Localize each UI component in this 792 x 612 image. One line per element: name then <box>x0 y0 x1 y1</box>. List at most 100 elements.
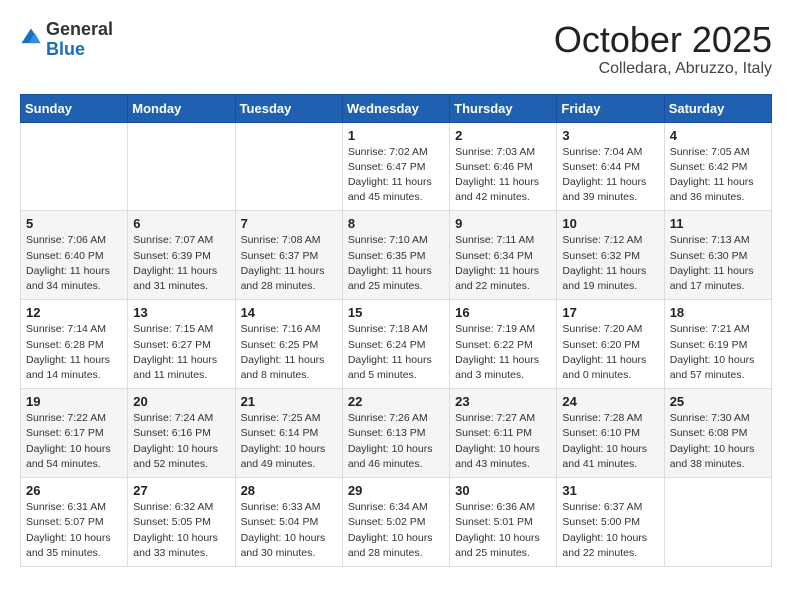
day-info: Sunrise: 7:15 AM Sunset: 6:27 PM Dayligh… <box>133 322 229 383</box>
calendar-cell <box>664 478 771 567</box>
calendar-cell: 30Sunrise: 6:36 AM Sunset: 5:01 PM Dayli… <box>450 478 557 567</box>
day-number: 19 <box>26 394 122 409</box>
day-info: Sunrise: 7:07 AM Sunset: 6:39 PM Dayligh… <box>133 233 229 294</box>
day-number: 4 <box>670 128 766 143</box>
calendar-cell: 10 Sunrise: 7:12 AM Sunset: 6:32 PM Dayli… <box>557 211 664 300</box>
calendar-cell: 17 Sunrise: 7:20 AM Sunset: 6:20 PM Dayli… <box>557 300 664 389</box>
weekday-header: Sunday <box>21 94 128 122</box>
day-number: 18 <box>670 305 766 320</box>
day-number: 29 <box>348 483 444 498</box>
day-info: Sunrise: 7:12 AM Sunset: 6:32 PM Dayligh… <box>562 233 658 294</box>
day-info: Sunrise: 7:19 AM Sunset: 6:22 PM Dayligh… <box>455 322 551 383</box>
calendar-cell: 25Sunrise: 7:30 AM Sunset: 6:08 PM Dayli… <box>664 389 771 478</box>
calendar-cell: 15 Sunrise: 7:18 AM Sunset: 6:24 PM Dayli… <box>342 300 449 389</box>
day-info: Sunrise: 7:27 AM Sunset: 6:11 PM Dayligh… <box>455 411 551 472</box>
day-number: 30 <box>455 483 551 498</box>
day-number: 1 <box>348 128 444 143</box>
calendar-cell: 12 Sunrise: 7:14 AM Sunset: 6:28 PM Dayli… <box>21 300 128 389</box>
day-number: 21 <box>241 394 337 409</box>
weekday-header: Saturday <box>664 94 771 122</box>
day-info: Sunrise: 7:25 AM Sunset: 6:14 PM Dayligh… <box>241 411 337 472</box>
day-number: 7 <box>241 216 337 231</box>
day-number: 13 <box>133 305 229 320</box>
day-info: Sunrise: 6:31 AM Sunset: 5:07 PM Dayligh… <box>26 500 122 561</box>
day-info: Sunrise: 7:11 AM Sunset: 6:34 PM Dayligh… <box>455 233 551 294</box>
calendar-header-row: SundayMondayTuesdayWednesdayThursdayFrid… <box>21 94 772 122</box>
day-number: 31 <box>562 483 658 498</box>
day-info: Sunrise: 7:28 AM Sunset: 6:10 PM Dayligh… <box>562 411 658 472</box>
calendar-cell: 20Sunrise: 7:24 AM Sunset: 6:16 PM Dayli… <box>128 389 235 478</box>
day-info: Sunrise: 6:33 AM Sunset: 5:04 PM Dayligh… <box>241 500 337 561</box>
day-number: 16 <box>455 305 551 320</box>
day-info: Sunrise: 7:03 AM Sunset: 6:46 PM Dayligh… <box>455 145 551 206</box>
day-number: 5 <box>26 216 122 231</box>
calendar-cell: 18Sunrise: 7:21 AM Sunset: 6:19 PM Dayli… <box>664 300 771 389</box>
day-number: 10 <box>562 216 658 231</box>
day-info: Sunrise: 7:22 AM Sunset: 6:17 PM Dayligh… <box>26 411 122 472</box>
calendar-cell: 29Sunrise: 6:34 AM Sunset: 5:02 PM Dayli… <box>342 478 449 567</box>
calendar-cell: 23Sunrise: 7:27 AM Sunset: 6:11 PM Dayli… <box>450 389 557 478</box>
weekday-header: Monday <box>128 94 235 122</box>
day-info: Sunrise: 7:18 AM Sunset: 6:24 PM Dayligh… <box>348 322 444 383</box>
calendar-cell: 5 Sunrise: 7:06 AM Sunset: 6:40 PM Daylig… <box>21 211 128 300</box>
day-number: 12 <box>26 305 122 320</box>
calendar-cell: 6Sunrise: 7:07 AM Sunset: 6:39 PM Daylig… <box>128 211 235 300</box>
weekday-header: Wednesday <box>342 94 449 122</box>
day-number: 28 <box>241 483 337 498</box>
calendar-cell: 31 Sunrise: 6:37 AM Sunset: 5:00 PM Dayli… <box>557 478 664 567</box>
calendar-cell: 13 Sunrise: 7:15 AM Sunset: 6:27 PM Dayli… <box>128 300 235 389</box>
weekday-header: Thursday <box>450 94 557 122</box>
day-number: 2 <box>455 128 551 143</box>
day-info: Sunrise: 7:05 AM Sunset: 6:42 PM Dayligh… <box>670 145 766 206</box>
calendar-cell: 3 Sunrise: 7:04 AM Sunset: 6:44 PM Daylig… <box>557 122 664 211</box>
day-number: 22 <box>348 394 444 409</box>
day-info: Sunrise: 7:24 AM Sunset: 6:16 PM Dayligh… <box>133 411 229 472</box>
day-info: Sunrise: 7:08 AM Sunset: 6:37 PM Dayligh… <box>241 233 337 294</box>
calendar-week-row: 26 Sunrise: 6:31 AM Sunset: 5:07 PM Dayli… <box>21 478 772 567</box>
location: Colledara, Abruzzo, Italy <box>554 60 772 78</box>
calendar-cell: 7 Sunrise: 7:08 AM Sunset: 6:37 PM Daylig… <box>235 211 342 300</box>
day-info: Sunrise: 7:20 AM Sunset: 6:20 PM Dayligh… <box>562 322 658 383</box>
logo-text-blue: Blue <box>46 39 85 59</box>
calendar-cell: 19 Sunrise: 7:22 AM Sunset: 6:17 PM Dayli… <box>21 389 128 478</box>
calendar-week-row: 19 Sunrise: 7:22 AM Sunset: 6:17 PM Dayli… <box>21 389 772 478</box>
calendar-cell <box>128 122 235 211</box>
logo-text-general: General <box>46 19 113 39</box>
day-info: Sunrise: 7:13 AM Sunset: 6:30 PM Dayligh… <box>670 233 766 294</box>
logo: General Blue <box>20 20 113 60</box>
day-info: Sunrise: 7:26 AM Sunset: 6:13 PM Dayligh… <box>348 411 444 472</box>
day-number: 27 <box>133 483 229 498</box>
calendar-cell: 4 Sunrise: 7:05 AM Sunset: 6:42 PM Daylig… <box>664 122 771 211</box>
weekday-header: Friday <box>557 94 664 122</box>
day-info: Sunrise: 7:14 AM Sunset: 6:28 PM Dayligh… <box>26 322 122 383</box>
day-number: 8 <box>348 216 444 231</box>
day-info: Sunrise: 7:10 AM Sunset: 6:35 PM Dayligh… <box>348 233 444 294</box>
calendar-cell: 24Sunrise: 7:28 AM Sunset: 6:10 PM Dayli… <box>557 389 664 478</box>
calendar-cell: 1Sunrise: 7:02 AM Sunset: 6:47 PM Daylig… <box>342 122 449 211</box>
calendar-week-row: 12 Sunrise: 7:14 AM Sunset: 6:28 PM Dayli… <box>21 300 772 389</box>
calendar-cell <box>21 122 128 211</box>
day-info: Sunrise: 7:04 AM Sunset: 6:44 PM Dayligh… <box>562 145 658 206</box>
calendar: SundayMondayTuesdayWednesdayThursdayFrid… <box>20 94 772 567</box>
calendar-cell: 28 Sunrise: 6:33 AM Sunset: 5:04 PM Dayli… <box>235 478 342 567</box>
calendar-cell: 16 Sunrise: 7:19 AM Sunset: 6:22 PM Dayli… <box>450 300 557 389</box>
logo-icon <box>20 27 42 49</box>
day-number: 17 <box>562 305 658 320</box>
calendar-cell: 11 Sunrise: 7:13 AM Sunset: 6:30 PM Dayli… <box>664 211 771 300</box>
day-number: 11 <box>670 216 766 231</box>
calendar-cell: 21 Sunrise: 7:25 AM Sunset: 6:14 PM Dayli… <box>235 389 342 478</box>
day-info: Sunrise: 6:37 AM Sunset: 5:00 PM Dayligh… <box>562 500 658 561</box>
calendar-cell: 2 Sunrise: 7:03 AM Sunset: 6:46 PM Daylig… <box>450 122 557 211</box>
day-info: Sunrise: 7:16 AM Sunset: 6:25 PM Dayligh… <box>241 322 337 383</box>
day-number: 15 <box>348 305 444 320</box>
calendar-week-row: 5 Sunrise: 7:06 AM Sunset: 6:40 PM Daylig… <box>21 211 772 300</box>
title-block: October 2025 Colledara, Abruzzo, Italy <box>554 20 772 78</box>
day-info: Sunrise: 7:06 AM Sunset: 6:40 PM Dayligh… <box>26 233 122 294</box>
calendar-cell: 8 Sunrise: 7:10 AM Sunset: 6:35 PM Daylig… <box>342 211 449 300</box>
day-number: 3 <box>562 128 658 143</box>
month-title: October 2025 <box>554 20 772 60</box>
day-number: 9 <box>455 216 551 231</box>
calendar-cell: 14Sunrise: 7:16 AM Sunset: 6:25 PM Dayli… <box>235 300 342 389</box>
day-number: 26 <box>26 483 122 498</box>
calendar-cell: 9 Sunrise: 7:11 AM Sunset: 6:34 PM Daylig… <box>450 211 557 300</box>
